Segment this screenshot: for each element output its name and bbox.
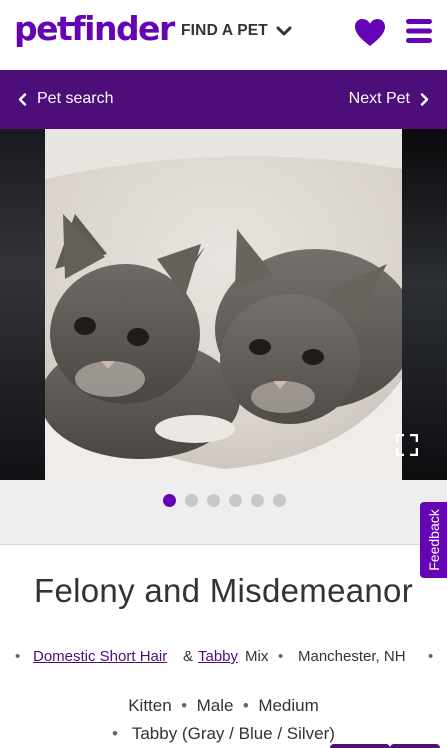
pet-color-line: • Tabby (Gray / Blue / Silver) (0, 724, 447, 744)
carousel-dots (163, 494, 286, 507)
pet-sex: Male (196, 696, 234, 715)
feedback-tab[interactable]: Feedback (420, 502, 447, 578)
floating-action-button[interactable] (330, 744, 390, 748)
pet-photo[interactable] (45, 129, 402, 480)
pet-color: Tabby (Gray / Blue / Silver) (131, 724, 335, 743)
bullet-separator: • (112, 724, 128, 743)
bullet-separator: • (278, 648, 284, 665)
bullet-separator: • (428, 648, 434, 665)
chevron-right-icon (420, 92, 429, 106)
petfinder-logo[interactable]: petfinder (14, 9, 175, 48)
next-pet-link[interactable]: Next Pet (349, 90, 429, 108)
bullet-separator: • (238, 696, 254, 715)
chevron-left-icon (18, 92, 27, 106)
breed-primary-link[interactable]: Domestic Short Hair (33, 648, 167, 665)
pet-navigation-bar: Pet search Next Pet (0, 70, 447, 129)
pet-search-label: Pet search (37, 90, 114, 107)
carousel-dot[interactable] (185, 494, 198, 507)
fullscreen-expand-icon[interactable] (396, 434, 418, 456)
breed-secondary-link[interactable]: Tabby (198, 648, 238, 665)
pet-attributes-line: Kitten • Male • Medium (0, 696, 447, 716)
top-header: petfinder FIND A PET (0, 0, 447, 70)
previous-photo-peek[interactable] (0, 129, 45, 480)
carousel-indicator-area (0, 480, 447, 545)
pet-search-back-link[interactable]: Pet search (18, 90, 113, 108)
bullet-separator: • (15, 648, 21, 665)
pet-size: Medium (258, 696, 319, 715)
feedback-label: Feedback (425, 509, 442, 571)
pet-age: Kitten (128, 696, 172, 715)
photo-carousel[interactable] (0, 129, 447, 480)
breed-join: & (183, 648, 194, 665)
carousel-dot[interactable] (163, 494, 176, 507)
next-photo-peek[interactable] (402, 129, 447, 480)
carousel-dot[interactable] (273, 494, 286, 507)
next-pet-label: Next Pet (348, 90, 410, 107)
hamburger-menu-icon[interactable] (406, 18, 432, 44)
bullet-separator: • (176, 696, 192, 715)
carousel-dot[interactable] (207, 494, 220, 507)
floating-action-button[interactable] (390, 744, 440, 748)
breed-suffix: Mix (245, 648, 269, 665)
chevron-down-icon (276, 26, 292, 36)
find-a-pet-menu[interactable]: FIND A PET (181, 22, 292, 40)
pet-name-heading: Felony and Misdemeanor (34, 572, 413, 609)
find-a-pet-label: FIND A PET (181, 22, 268, 39)
pet-location: Manchester, NH (298, 648, 406, 665)
carousel-dot[interactable] (251, 494, 264, 507)
heart-icon[interactable] (354, 18, 386, 47)
carousel-dot[interactable] (229, 494, 242, 507)
